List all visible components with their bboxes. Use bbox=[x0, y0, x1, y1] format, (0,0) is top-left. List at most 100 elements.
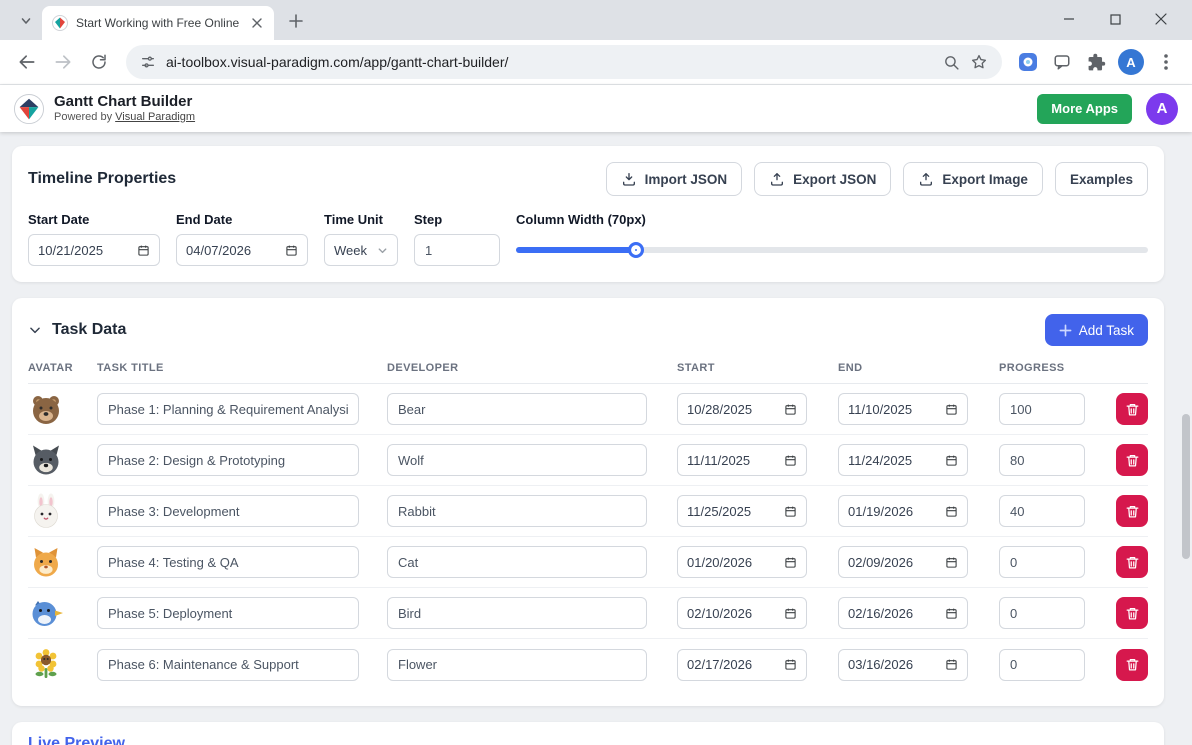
bear-avatar-icon bbox=[33, 396, 59, 424]
visual-paradigm-link[interactable]: Visual Paradigm bbox=[115, 111, 195, 123]
delete-task-button[interactable] bbox=[1116, 393, 1148, 425]
add-task-button[interactable]: Add Task bbox=[1044, 314, 1148, 346]
task-start-date-input[interactable]: 10/28/2025 bbox=[677, 393, 807, 425]
calendar-icon[interactable] bbox=[784, 403, 797, 416]
examples-button[interactable]: Examples bbox=[1054, 162, 1148, 196]
collapse-chevron-icon[interactable] bbox=[28, 323, 42, 337]
task-end-date-input[interactable]: 02/16/2026 bbox=[838, 597, 968, 629]
browser-profile-avatar[interactable]: A bbox=[1118, 49, 1144, 75]
task-title-input[interactable] bbox=[97, 495, 359, 527]
app-header: Gantt Chart Builder Powered by Visual Pa… bbox=[0, 85, 1192, 132]
tab-search-chevron-icon[interactable] bbox=[12, 7, 40, 35]
progress-input[interactable] bbox=[999, 444, 1085, 476]
chat-icon[interactable] bbox=[1046, 46, 1078, 78]
tab-close-icon[interactable] bbox=[248, 14, 266, 32]
user-avatar[interactable]: A bbox=[1146, 92, 1178, 125]
task-end-date-input[interactable]: 02/09/2026 bbox=[838, 546, 968, 578]
time-unit-select[interactable]: Week bbox=[324, 234, 398, 266]
calendar-icon[interactable] bbox=[945, 403, 958, 416]
task-end-date-input[interactable]: 01/19/2026 bbox=[838, 495, 968, 527]
task-start-date-input[interactable]: 11/11/2025 bbox=[677, 444, 807, 476]
browser-menu-icon[interactable] bbox=[1150, 46, 1182, 78]
app-subtitle: Powered by Visual Paradigm bbox=[54, 111, 195, 124]
developer-input[interactable] bbox=[387, 597, 647, 629]
task-row: 02/17/2026 03/16/2026 bbox=[28, 639, 1148, 690]
date-value: 11/10/2025 bbox=[848, 401, 913, 417]
delete-task-button[interactable] bbox=[1116, 648, 1148, 681]
bookmark-star-icon[interactable] bbox=[970, 53, 988, 71]
address-bar[interactable]: ai-toolbox.visual-paradigm.com/app/gantt… bbox=[126, 45, 1002, 79]
zoom-icon[interactable] bbox=[943, 54, 960, 71]
delete-task-button[interactable] bbox=[1116, 495, 1148, 527]
task-start-date-input[interactable]: 01/20/2026 bbox=[677, 546, 807, 578]
minimize-button[interactable] bbox=[1046, 0, 1092, 38]
progress-input[interactable] bbox=[999, 648, 1085, 681]
delete-task-button[interactable] bbox=[1116, 597, 1148, 629]
task-title-input[interactable] bbox=[97, 648, 359, 681]
avatar-cell bbox=[28, 647, 97, 683]
start-date-input[interactable]: 10/21/2025 bbox=[28, 234, 160, 266]
scrollbar-thumb[interactable] bbox=[1182, 414, 1190, 559]
task-title-input[interactable] bbox=[97, 597, 359, 629]
new-tab-button[interactable] bbox=[282, 7, 310, 35]
progress-input[interactable] bbox=[999, 597, 1085, 629]
calendar-icon[interactable] bbox=[945, 658, 958, 671]
end-date-input[interactable]: 04/07/2026 bbox=[176, 234, 308, 266]
date-value: 02/16/2026 bbox=[848, 605, 914, 621]
rabbit-avatar-icon bbox=[34, 493, 58, 528]
calendar-icon[interactable] bbox=[945, 505, 958, 518]
step-input[interactable] bbox=[414, 234, 500, 266]
progress-input[interactable] bbox=[999, 393, 1085, 425]
developer-input[interactable] bbox=[387, 393, 647, 425]
calendar-icon[interactable] bbox=[945, 556, 958, 569]
developer-input[interactable] bbox=[387, 648, 647, 681]
calendar-icon[interactable] bbox=[784, 556, 797, 569]
more-apps-button[interactable]: More Apps bbox=[1037, 93, 1132, 124]
task-row: 11/25/2025 01/19/2026 bbox=[28, 486, 1148, 537]
back-button[interactable] bbox=[10, 45, 44, 79]
progress-input[interactable] bbox=[999, 546, 1085, 578]
maximize-button[interactable] bbox=[1092, 0, 1138, 38]
timeline-properties-title: Timeline Properties bbox=[28, 170, 177, 187]
extensions-puzzle-icon[interactable] bbox=[1080, 46, 1112, 78]
url-text[interactable]: ai-toolbox.visual-paradigm.com/app/gantt… bbox=[166, 54, 933, 70]
calendar-icon[interactable] bbox=[137, 244, 150, 257]
plus-icon bbox=[1059, 324, 1072, 336]
delete-task-button[interactable] bbox=[1116, 444, 1148, 476]
reload-button[interactable] bbox=[82, 45, 116, 79]
forward-button[interactable] bbox=[46, 45, 80, 79]
site-info-icon[interactable] bbox=[140, 54, 156, 70]
developer-input[interactable] bbox=[387, 546, 647, 578]
column-header-end: END bbox=[838, 362, 863, 374]
column-width-slider[interactable] bbox=[516, 242, 1148, 258]
column-width-slider-thumb[interactable] bbox=[628, 242, 645, 258]
progress-input[interactable] bbox=[999, 495, 1085, 527]
calendar-icon[interactable] bbox=[784, 454, 797, 467]
extension-shortcut-icon[interactable] bbox=[1012, 46, 1044, 78]
task-end-date-input[interactable]: 11/24/2025 bbox=[838, 444, 968, 476]
export-json-button[interactable]: Export JSON bbox=[754, 162, 892, 196]
task-title-input[interactable] bbox=[97, 393, 359, 425]
task-start-date-input[interactable]: 02/17/2026 bbox=[677, 648, 807, 681]
calendar-icon[interactable] bbox=[784, 505, 797, 518]
task-start-date-input[interactable]: 02/10/2026 bbox=[677, 597, 807, 629]
calendar-icon[interactable] bbox=[285, 244, 298, 257]
task-title-input[interactable] bbox=[97, 546, 359, 578]
calendar-icon[interactable] bbox=[784, 607, 797, 620]
task-end-date-input[interactable]: 03/16/2026 bbox=[838, 648, 968, 681]
task-title-input[interactable] bbox=[97, 444, 359, 476]
examples-label: Examples bbox=[1069, 171, 1133, 187]
calendar-icon[interactable] bbox=[784, 658, 797, 671]
import-json-button[interactable]: Import JSON bbox=[605, 162, 743, 196]
calendar-icon[interactable] bbox=[945, 454, 958, 467]
developer-input[interactable] bbox=[387, 495, 647, 527]
export-image-button[interactable]: Export Image bbox=[903, 162, 1043, 196]
export-json-label: Export JSON bbox=[793, 171, 877, 187]
calendar-icon[interactable] bbox=[945, 607, 958, 620]
developer-input[interactable] bbox=[387, 444, 647, 476]
browser-tab[interactable]: Start Working with Free Online bbox=[42, 6, 274, 40]
task-end-date-input[interactable]: 11/10/2025 bbox=[838, 393, 968, 425]
delete-task-button[interactable] bbox=[1116, 546, 1148, 578]
close-button[interactable] bbox=[1138, 0, 1184, 38]
task-start-date-input[interactable]: 11/25/2025 bbox=[677, 495, 807, 527]
